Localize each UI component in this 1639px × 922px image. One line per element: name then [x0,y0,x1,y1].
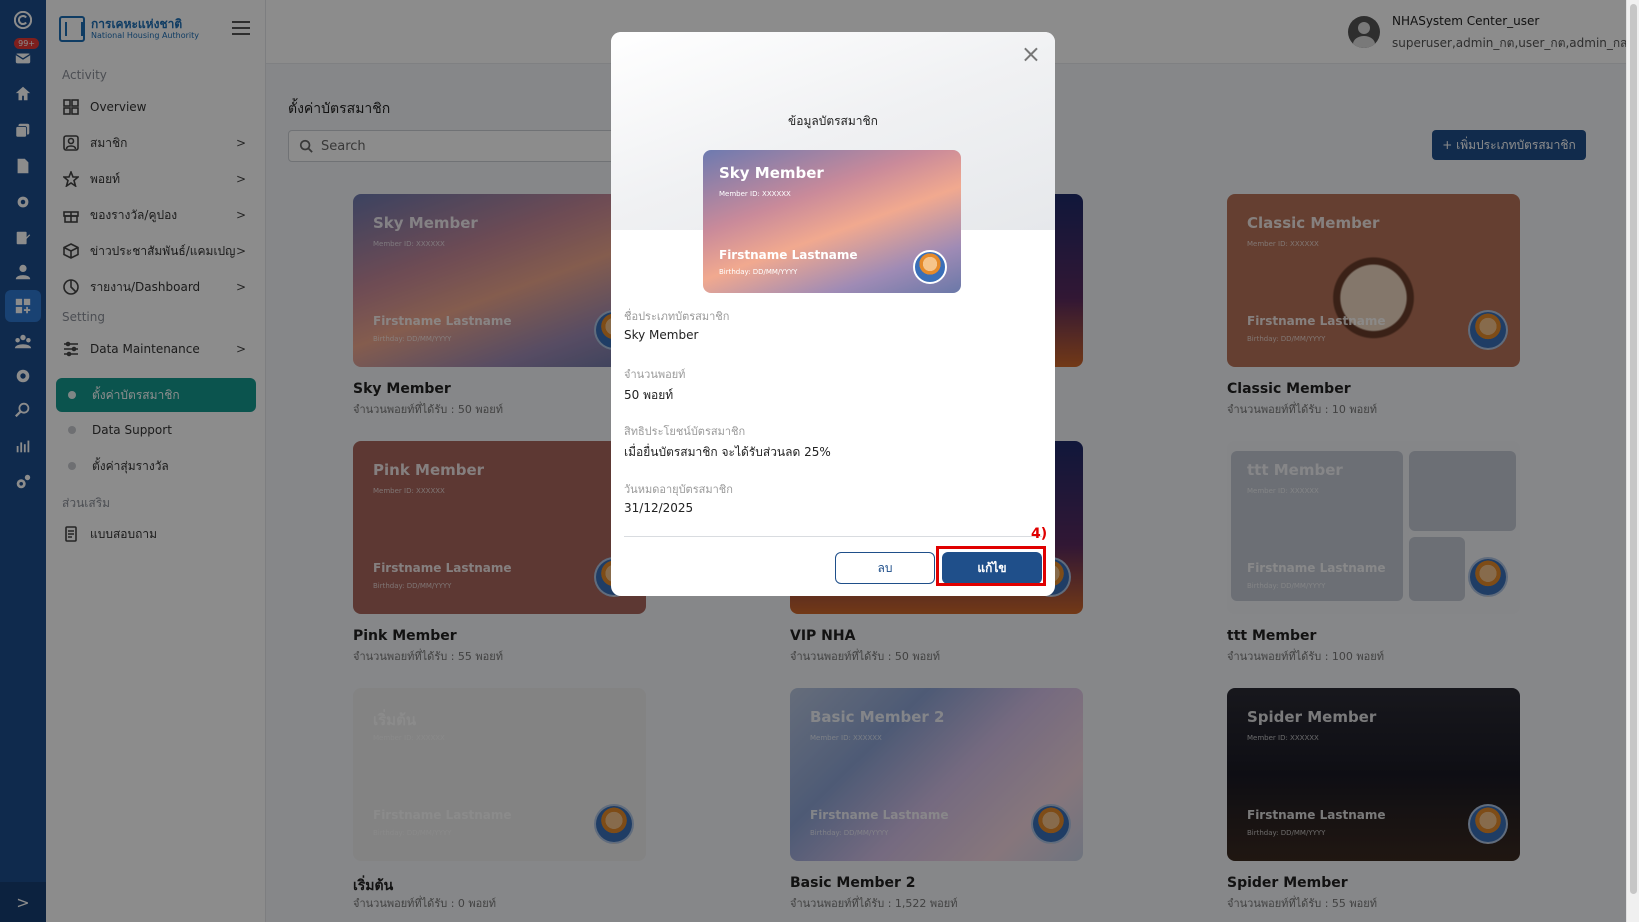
annotation-step-marker: 4) [1031,526,1048,542]
avatar [913,250,947,284]
field-value-card-type: Sky Member [624,328,699,342]
close-icon[interactable]: × [1021,40,1041,68]
scrollbar-thumb[interactable] [1630,4,1637,894]
card-title: Sky Member [719,164,824,182]
delete-button[interactable]: ลบ [835,552,935,584]
card-birthday: Birthday: DD/MM/YYYY [719,268,798,276]
member-card-detail-modal: × ข้อมูลบัตรสมาชิก Sky Member Member ID:… [611,32,1055,596]
card-member-id: Member ID: XXXXXX [719,190,791,198]
field-value-benefits: เมื่อยื่นบัตรสมาชิก จะได้รับส่วนลด 25% [624,445,831,459]
field-label-benefits: สิทธิประโยชน์บัตรสมาชิก [624,425,746,438]
card-holder-name: Firstname Lastname [719,248,858,262]
field-value-expiry: 31/12/2025 [624,501,694,515]
page-scrollbar[interactable] [1626,0,1639,922]
annotation-highlight-box [936,546,1046,586]
modal-title: ข้อมูลบัตรสมาชิก [788,114,878,128]
field-label-expiry: วันหมดอายุบัตรสมาชิก [624,483,733,496]
field-label-points: จำนวนพอยท์ [624,368,686,381]
field-label-card-type: ชื่อประเภทบัตรสมาชิก [624,310,730,323]
card-preview: Sky Member Member ID: XXXXXX Firstname L… [703,150,961,293]
divider [624,536,1042,537]
field-value-points: 50 พอยท์ [624,388,674,402]
